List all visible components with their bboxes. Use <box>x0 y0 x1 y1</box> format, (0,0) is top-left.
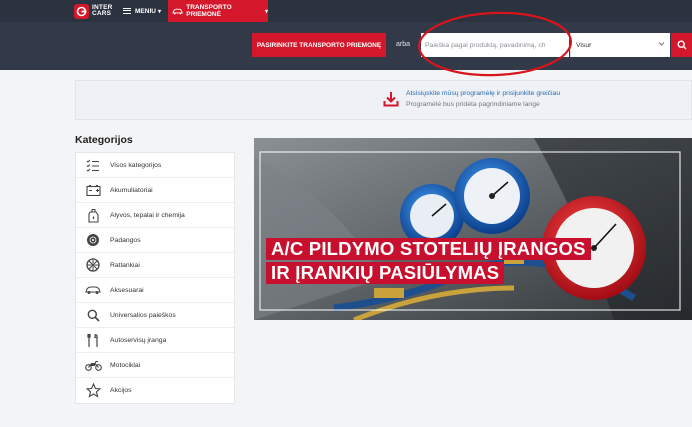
chevron-down-icon: ▾ <box>264 8 268 15</box>
app-banner-subtext: Programėlė bus pridėta pagrindiniame lan… <box>406 101 540 108</box>
category-label: Akumuliatoriai <box>110 186 153 194</box>
chevron-down-icon <box>658 42 665 46</box>
category-label: Padangos <box>110 236 141 244</box>
menu-button[interactable]: MENIU ▾ <box>123 0 161 22</box>
hero-headline: A/C PILDYMO STOTELIŲ ĮRANGOS IR ĮRANKIŲ … <box>266 238 591 284</box>
oil-can-icon <box>76 208 110 223</box>
category-label: Universalios paieškos <box>110 311 176 319</box>
search-icon <box>76 309 110 322</box>
category-label: Aksesuarai <box>110 286 144 294</box>
category-item-workshop-tools[interactable]: Autoservisų įranga <box>76 328 234 353</box>
category-select[interactable]: Visur <box>570 33 670 57</box>
app-download-banner[interactable]: Atsisiųskite mūsų programėlę ir prisijun… <box>75 80 692 120</box>
hero-background-image <box>254 138 692 320</box>
category-select-value: Visur <box>576 41 592 49</box>
logo-text: INTER CARS <box>92 4 113 18</box>
category-item-batteries[interactable]: Akumuliatoriai <box>76 178 234 203</box>
app-banner-link[interactable]: Atsisiųskite mūsų programėlę ir prisijun… <box>406 90 560 97</box>
category-item-universal-search[interactable]: Universalios paieškos <box>76 303 234 328</box>
download-icon <box>383 92 399 107</box>
category-item-tires[interactable]: Padangos <box>76 228 234 253</box>
category-label: Akcijos <box>110 387 132 394</box>
list-icon <box>76 159 110 172</box>
tools-icon <box>76 333 110 348</box>
top-navbar: INTER CARS MENIU ▾ TRANSPORTO PRIEMONĖ ▾ <box>0 0 692 22</box>
star-icon <box>76 383 110 398</box>
logo-text-line2: CARS <box>92 10 112 17</box>
motorcycle-icon <box>76 360 110 371</box>
search-band: PASIRINKITE TRANSPORTO PRIEMONĘ arba Vis… <box>0 22 692 70</box>
promo-hero-banner[interactable]: A/C PILDYMO STOTELIŲ ĮRANGOS IR ĮRANKIŲ … <box>254 138 692 320</box>
hamburger-icon <box>123 8 131 14</box>
vehicle-tab[interactable]: TRANSPORTO PRIEMONĖ ▾ <box>168 0 268 22</box>
hero-headline-line2: IR ĮRANKIŲ PASIŪLYMAS <box>266 262 505 284</box>
tire-icon <box>76 233 110 247</box>
category-item-oils[interactable]: Alyvos, tepalai ir chemija <box>76 203 234 228</box>
search-icon <box>676 40 686 50</box>
category-label: Motociklai <box>110 361 141 369</box>
category-item-rims[interactable]: Ratlankiai <box>76 253 234 278</box>
battery-icon <box>76 184 110 196</box>
category-item-motorcycles[interactable]: Motociklai <box>76 353 234 378</box>
search-button[interactable] <box>671 33 692 57</box>
category-item-all[interactable]: Visos kategorijos <box>76 153 234 178</box>
rim-icon <box>76 258 110 272</box>
or-label: arba <box>396 41 411 48</box>
chevron-down-icon: ▾ <box>157 8 161 15</box>
category-label: Ratlankiai <box>110 261 140 269</box>
car-accessory-icon <box>76 285 110 295</box>
category-item-accessories[interactable]: Aksesuarai <box>76 278 234 303</box>
category-label: Alyvos, tepalai ir chemija <box>110 211 185 219</box>
vehicle-tab-label: TRANSPORTO PRIEMONĖ <box>186 4 232 18</box>
category-label: Visos kategorijos <box>110 161 162 169</box>
logo-mark-icon <box>74 3 89 19</box>
category-label: Autoservisų įranga <box>110 336 167 344</box>
intercars-logo[interactable]: INTER CARS <box>74 2 113 20</box>
category-item-promotions[interactable]: Akcijos <box>76 378 234 403</box>
categories-list: Visos kategorijos Akumuliatoriai Alyvos,… <box>75 152 235 404</box>
select-vehicle-button[interactable]: PASIRINKITE TRANSPORTO PRIEMONĘ <box>252 33 386 57</box>
categories-title: Kategorijos <box>75 134 133 146</box>
menu-label: MENIU <box>135 7 156 15</box>
car-icon <box>172 8 184 14</box>
hero-headline-line1: A/C PILDYMO STOTELIŲ ĮRANGOS <box>266 238 591 260</box>
search-input[interactable] <box>421 33 569 57</box>
